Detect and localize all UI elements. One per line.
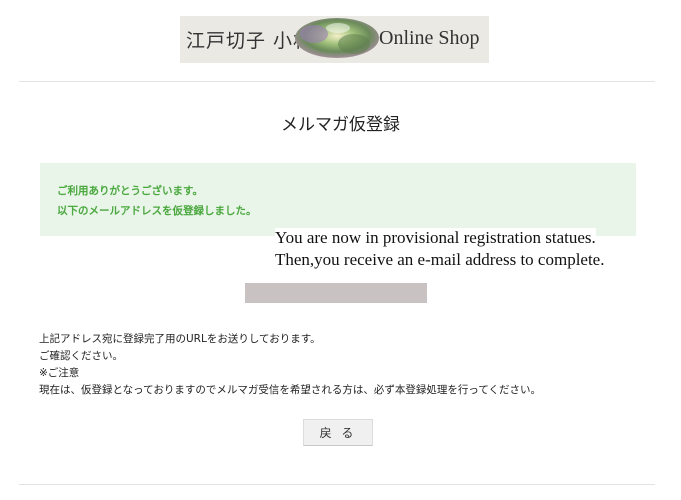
notice-line-2: 以下のメールアドレスを仮登録しました。	[57, 205, 257, 217]
footer-divider	[19, 484, 655, 485]
page-title: メルマガ仮登録	[281, 115, 400, 135]
info-line-2: ご確認ください。	[39, 350, 123, 362]
kiriko-glass-image	[295, 18, 379, 58]
header-divider	[19, 81, 655, 82]
back-button[interactable]: 戻 る	[303, 419, 373, 446]
shop-logo[interactable]: 江戸切子 小林 Online Shop	[180, 16, 489, 63]
notice-line-1: ご利用ありがとうございます。	[57, 185, 203, 197]
info-caution-heading: ※ご注意	[39, 367, 80, 379]
info-line-1: 上記アドレス宛に登録完了用のURLをお送りしております。	[39, 333, 321, 345]
translation-overlay-line-2: Then,you receive an e-mail address to co…	[275, 250, 605, 270]
logo-english-text: Online Shop	[379, 27, 480, 49]
info-line-4: 現在は、仮登録となっておりますのでメルマガ受信を希望される方は、必ず本登録処理を…	[39, 384, 542, 396]
translation-overlay-line-1: You are now in provisional registration …	[275, 228, 596, 248]
redacted-email-address	[245, 283, 427, 303]
success-notice: ご利用ありがとうございます。 以下のメールアドレスを仮登録しました。	[40, 163, 636, 236]
